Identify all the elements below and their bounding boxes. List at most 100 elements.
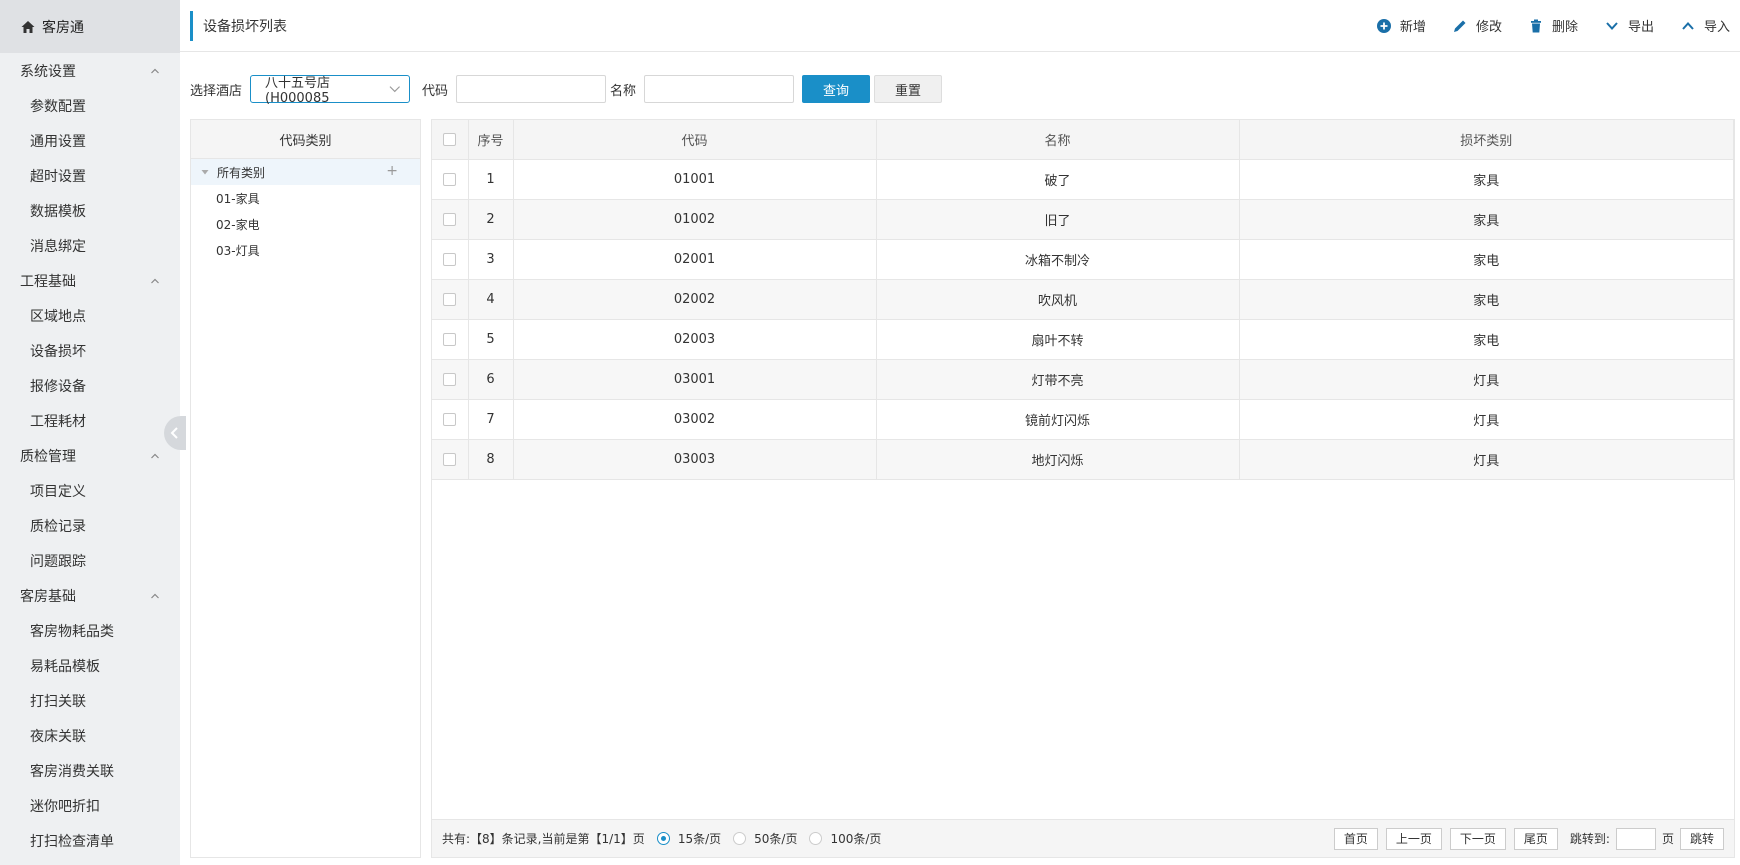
prev-page-button[interactable]: 上一页 xyxy=(1385,827,1442,850)
cell-name: 灯带不亮 xyxy=(876,359,1240,400)
name-input[interactable] xyxy=(644,75,795,103)
row-checkbox[interactable] xyxy=(443,252,457,266)
sidebar-group-label: 系统设置 xyxy=(20,63,76,80)
add-button[interactable]: 新增 xyxy=(1376,16,1426,35)
table-row[interactable]: 8 03003 地灯闪烁 灯具 xyxy=(432,439,1734,480)
table-row[interactable]: 6 03001 灯带不亮 灯具 xyxy=(432,359,1734,400)
table-row[interactable]: 3 02001 冰箱不制冷 家电 xyxy=(432,239,1734,280)
sidebar-item[interactable]: 迷你吧折扣 xyxy=(0,788,180,823)
cell-code: 01001 xyxy=(513,159,877,200)
page-size-radio-50[interactable] xyxy=(733,832,747,845)
table-row[interactable]: 7 03002 镜前灯闪烁 灯具 xyxy=(432,399,1734,440)
chevron-up-icon[interactable] xyxy=(150,591,160,601)
sidebar-item[interactable]: 打扫关联 xyxy=(0,683,180,718)
sidebar-item[interactable]: 质检记录 xyxy=(0,508,180,543)
sidebar-group[interactable]: 系统设置 xyxy=(0,53,180,88)
triangle-down-icon[interactable] xyxy=(201,168,209,176)
pagination-summary: 共有:【8】条记录,当前是第【1/1】页 xyxy=(442,832,645,846)
select-all-checkbox-cell[interactable] xyxy=(432,120,469,160)
sidebar-item[interactable]: 区域地点 xyxy=(0,298,180,333)
row-checkbox[interactable] xyxy=(443,452,457,466)
table-row[interactable]: 1 01001 破了 家具 xyxy=(432,159,1734,200)
cell-code: 03002 xyxy=(513,399,877,440)
cell-code: 03003 xyxy=(513,439,877,480)
row-checkbox-cell[interactable] xyxy=(432,159,469,200)
row-checkbox-cell[interactable] xyxy=(432,359,469,400)
sidebar-item[interactable]: 问题跟踪 xyxy=(0,543,180,578)
sidebar-item[interactable]: 客房物耗品类 xyxy=(0,613,180,648)
sidebar-group[interactable]: 工程基础 xyxy=(0,263,180,298)
category-tree: 代码类别 所有类别 + 01-家具 02-家电 03-灯具 xyxy=(190,119,421,858)
table-row[interactable]: 4 02002 吹风机 家电 xyxy=(432,279,1734,320)
row-checkbox[interactable] xyxy=(443,412,457,426)
chevron-up-icon[interactable] xyxy=(150,276,160,286)
tree-header: 代码类别 xyxy=(191,120,420,159)
code-input[interactable] xyxy=(456,75,607,103)
next-page-button[interactable]: 下一页 xyxy=(1449,827,1506,850)
sidebar-item[interactable]: 易耗品模板 xyxy=(0,648,180,683)
tree-node[interactable]: 02-家电 xyxy=(191,211,420,237)
cell-no: 3 xyxy=(468,239,514,280)
sidebar-item[interactable]: 数据模板 xyxy=(0,193,180,228)
row-checkbox-cell[interactable] xyxy=(432,199,469,240)
page-size-radio-15[interactable] xyxy=(656,832,670,845)
sidebar-item[interactable]: 客房消费关联 xyxy=(0,753,180,788)
jump-page-input[interactable] xyxy=(1615,827,1656,850)
page-header: 设备损坏列表 新增 修改 删除 导出 导入 xyxy=(180,0,1740,52)
reset-button[interactable]: 重置 xyxy=(874,75,943,103)
import-button[interactable]: 导入 xyxy=(1680,16,1730,35)
add-label: 新增 xyxy=(1399,20,1426,35)
jump-button[interactable]: 跳转 xyxy=(1679,827,1724,850)
sidebar-item[interactable]: 报修设备 xyxy=(0,368,180,403)
sidebar-item[interactable]: 消息绑定 xyxy=(0,228,180,263)
table-row[interactable]: 5 02003 扇叶不转 家电 xyxy=(432,319,1734,360)
sidebar-item[interactable]: 通用设置 xyxy=(0,123,180,158)
tree-root[interactable]: 所有类别 + xyxy=(191,159,420,185)
row-checkbox[interactable] xyxy=(443,172,457,186)
brand[interactable]: 客房通 xyxy=(0,0,180,53)
first-page-button[interactable]: 首页 xyxy=(1333,827,1378,850)
query-button[interactable]: 查询 xyxy=(802,75,871,103)
sidebar-group[interactable]: 质检管理 xyxy=(0,438,180,473)
last-page-button[interactable]: 尾页 xyxy=(1513,827,1558,850)
home-icon xyxy=(21,20,35,33)
sidebar-group[interactable]: 客房基础 xyxy=(0,578,180,613)
tree-node[interactable]: 01-家具 xyxy=(191,185,420,211)
table-row[interactable]: 2 01002 旧了 家具 xyxy=(432,199,1734,240)
cell-name: 冰箱不制冷 xyxy=(876,239,1240,280)
select-all-checkbox[interactable] xyxy=(443,132,457,146)
filter-bar: 选择酒店 八十五号店(H000085 代码 名称 查询 重置 xyxy=(190,75,943,106)
cell-code: 03001 xyxy=(513,359,877,400)
chevron-up-icon[interactable] xyxy=(150,66,160,76)
sidebar-item[interactable]: 参数配置 xyxy=(0,88,180,123)
sidebar-item[interactable]: 打扫检查清单 xyxy=(0,823,180,858)
trash-icon xyxy=(1530,19,1541,32)
chevron-down-icon xyxy=(1606,21,1618,30)
row-checkbox[interactable] xyxy=(443,212,457,226)
page-size-radio-100[interactable] xyxy=(809,832,823,845)
row-checkbox-cell[interactable] xyxy=(432,399,469,440)
row-checkbox-cell[interactable] xyxy=(432,279,469,320)
tree-node[interactable]: 03-灯具 xyxy=(191,237,420,263)
chevron-up-icon[interactable] xyxy=(150,451,160,461)
cell-category: 灯具 xyxy=(1239,399,1734,440)
row-checkbox[interactable] xyxy=(443,292,457,306)
delete-button[interactable]: 删除 xyxy=(1528,16,1578,35)
sidebar-item[interactable]: 夜床关联 xyxy=(0,718,180,753)
plus-icon[interactable]: + xyxy=(386,163,398,179)
export-button[interactable]: 导出 xyxy=(1604,16,1654,35)
sidebar-item[interactable]: 项目定义 xyxy=(0,473,180,508)
edit-button[interactable]: 修改 xyxy=(1452,16,1502,35)
sidebar-item[interactable]: 设备损坏 xyxy=(0,333,180,368)
cell-category: 灯具 xyxy=(1239,439,1734,480)
pagination-bar: 共有:【8】条记录,当前是第【1/1】页 15条/页 50条/页 100条/页 … xyxy=(432,819,1734,857)
row-checkbox[interactable] xyxy=(443,372,457,386)
sidebar-item[interactable]: 工程耗材 xyxy=(0,403,180,438)
sidebar-item[interactable]: 超时设置 xyxy=(0,158,180,193)
row-checkbox-cell[interactable] xyxy=(432,239,469,280)
hotel-select[interactable]: 八十五号店(H000085 xyxy=(250,75,411,106)
row-checkbox-cell[interactable] xyxy=(432,439,469,480)
row-checkbox[interactable] xyxy=(443,332,457,346)
row-checkbox-cell[interactable] xyxy=(432,319,469,360)
cell-category: 家电 xyxy=(1239,239,1734,280)
